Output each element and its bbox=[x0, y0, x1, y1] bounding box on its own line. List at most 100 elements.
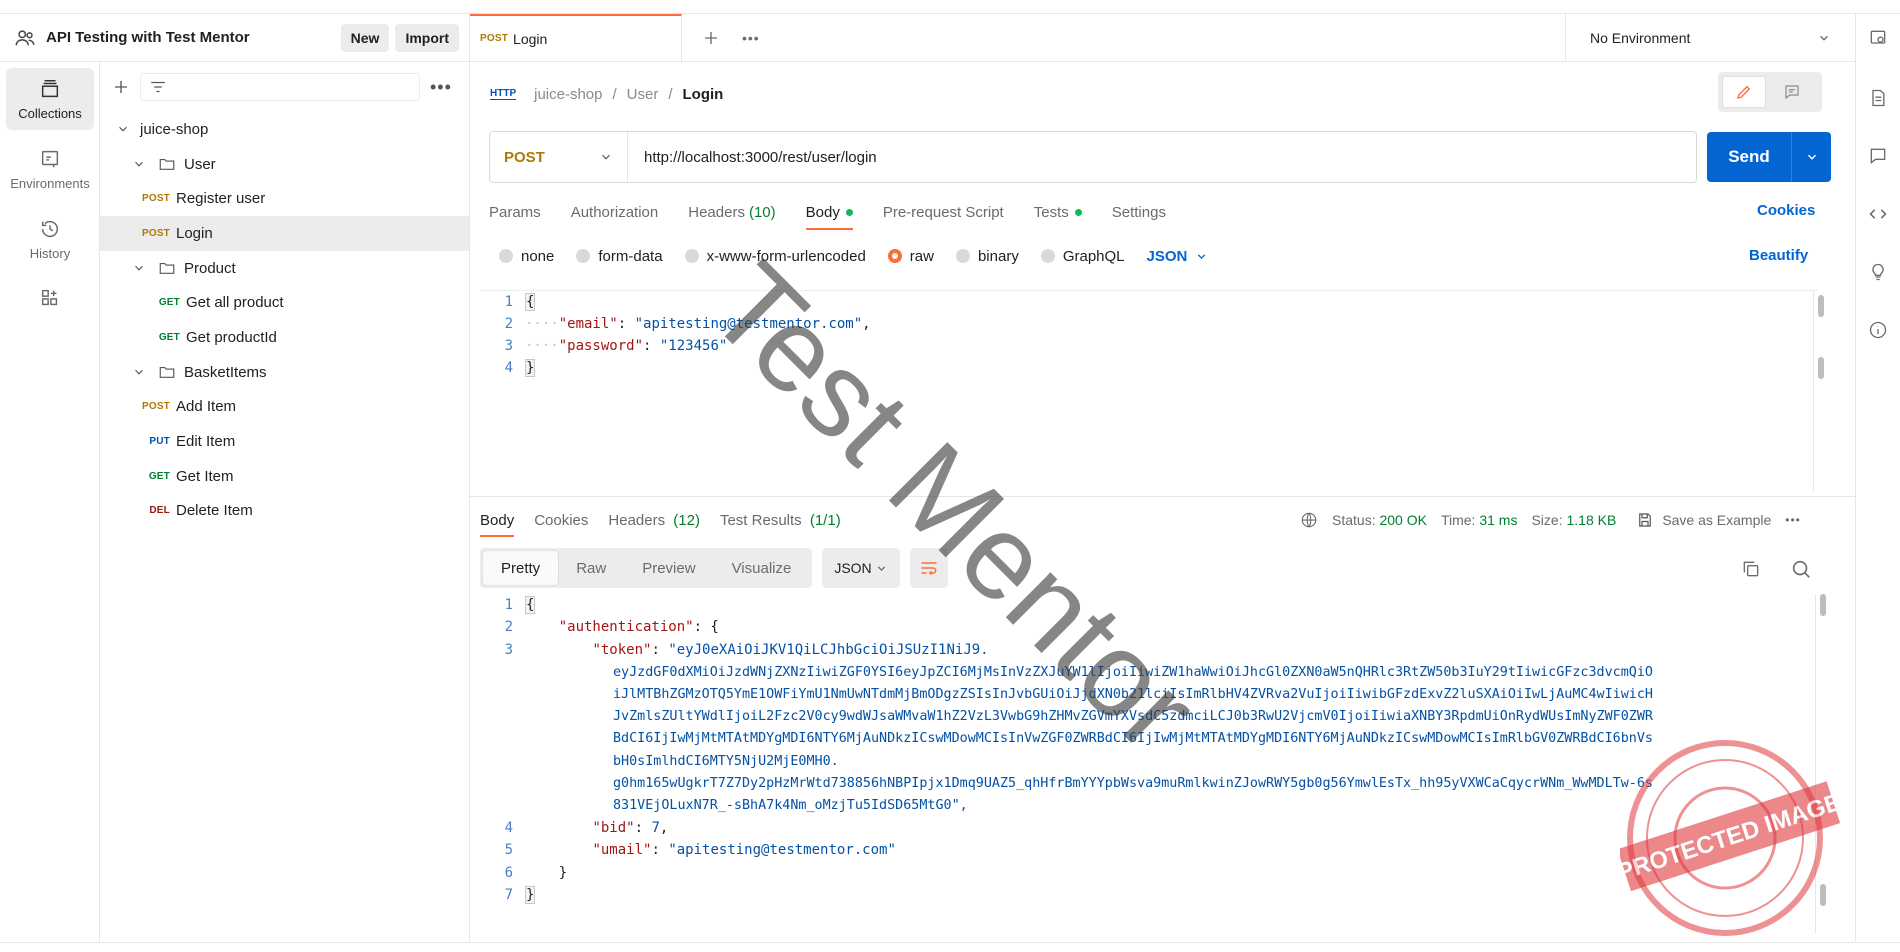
tree-root-juice-shop[interactable]: juice-shop bbox=[100, 112, 469, 147]
status-group[interactable]: Status: 200 OK bbox=[1332, 512, 1427, 528]
response-more-icon[interactable]: ••• bbox=[1785, 513, 1801, 527]
chevron-down-icon bbox=[1198, 253, 1206, 259]
tab-body[interactable]: Body bbox=[805, 196, 854, 230]
view-pretty[interactable]: Pretty bbox=[483, 551, 559, 585]
json-value: "eyJ0eXAiOiJKV1QiLCJhbGciOiJSUzI1NiJ9. bbox=[668, 641, 989, 658]
tree-request-get-productid[interactable]: GET Get productId bbox=[100, 320, 469, 355]
editor-scrollbar-thumb[interactable] bbox=[1818, 357, 1824, 379]
tab-login[interactable]: POST Login bbox=[470, 14, 682, 61]
tree-request-get-all-product[interactable]: GET Get all product bbox=[100, 285, 469, 320]
tab-params[interactable]: Params bbox=[489, 196, 541, 228]
wrap-lines-button[interactable] bbox=[910, 548, 949, 588]
resp-tab-body[interactable]: Body bbox=[480, 512, 515, 537]
env-quicklook[interactable] bbox=[1856, 14, 1900, 62]
time-group[interactable]: Time: 31 ms bbox=[1441, 512, 1518, 528]
request-body-editor[interactable]: 1{ 2 ···· "email": "apitesting@testmentor.… bbox=[480, 290, 1824, 491]
import-button[interactable]: Import bbox=[395, 23, 459, 52]
cookies-link[interactable]: Cookies bbox=[1757, 202, 1815, 219]
rail-configure[interactable] bbox=[6, 278, 94, 318]
line-number: 4 bbox=[504, 360, 513, 376]
json-value: g0hm165wUgkrT7Z7Dy2pHzMrWtd738856hNBPIpj… bbox=[613, 776, 1653, 792]
body-type-raw[interactable]: raw bbox=[887, 248, 934, 265]
rr-documentation[interactable] bbox=[1856, 76, 1900, 120]
size-group[interactable]: Size: 1.18 KB bbox=[1531, 512, 1616, 528]
response-scrollbar-thumb[interactable] bbox=[1820, 594, 1826, 616]
rail-environments[interactable]: Environments bbox=[6, 138, 94, 200]
response-scrollbar-thumb[interactable] bbox=[1820, 884, 1826, 906]
status-label: Status: bbox=[1332, 512, 1376, 528]
request-tabs: Params Authorization Headers (10) Body Pr… bbox=[489, 196, 1829, 230]
rr-comments[interactable] bbox=[1856, 134, 1900, 178]
tree-request-register-user[interactable]: POST Register user bbox=[100, 181, 469, 216]
tree-folder-basketitems[interactable]: BasketItems bbox=[100, 355, 469, 390]
resp-tab-headers-label: Headers bbox=[608, 511, 666, 529]
raw-format-select[interactable]: JSON bbox=[1147, 248, 1209, 265]
resp-tab-cookies[interactable]: Cookies bbox=[534, 512, 588, 529]
environment-select[interactable]: No Environment bbox=[1565, 14, 1855, 62]
response-body-viewer[interactable]: 1{ 2 "authentication": { 3 "token": "eyJ… bbox=[480, 594, 1826, 934]
filter-input[interactable] bbox=[140, 73, 420, 101]
rail-history-label: History bbox=[29, 245, 71, 261]
tree-request-login[interactable]: POST Login bbox=[100, 216, 469, 251]
body-type-form-data[interactable]: form-data bbox=[576, 248, 663, 265]
body-type-none[interactable]: none bbox=[499, 248, 554, 265]
tab-tests[interactable]: Tests bbox=[1034, 196, 1082, 228]
breadcrumb-collection[interactable]: juice-shop bbox=[534, 86, 602, 103]
window-top-strip bbox=[0, 0, 1900, 14]
body-type-graphql[interactable]: GraphQL bbox=[1040, 248, 1125, 265]
tree-request-edit-item[interactable]: PUT Edit Item bbox=[100, 424, 469, 459]
tree-request-add-item[interactable]: POST Add Item bbox=[100, 390, 469, 425]
response-divider[interactable] bbox=[470, 496, 1855, 497]
beautify-link[interactable]: Beautify bbox=[1749, 247, 1808, 264]
tab-settings[interactable]: Settings bbox=[1112, 196, 1166, 228]
copy-icon[interactable] bbox=[1741, 559, 1761, 579]
comment-mode-button[interactable] bbox=[1770, 76, 1814, 108]
method-badge: DEL bbox=[149, 505, 170, 517]
sidebar-more-icon[interactable]: ••• bbox=[430, 77, 452, 98]
url-input[interactable]: http://localhost:3000/rest/user/login bbox=[628, 149, 1696, 166]
tab-authorization[interactable]: Authorization bbox=[571, 196, 659, 228]
new-button[interactable]: New bbox=[340, 23, 390, 52]
edit-mode-button[interactable] bbox=[1722, 76, 1766, 108]
save-example-button[interactable]: Save as Example bbox=[1636, 511, 1771, 529]
tab-more-icon[interactable]: ••• bbox=[742, 30, 760, 46]
view-visualize[interactable]: Visualize bbox=[714, 551, 810, 585]
globe-icon[interactable] bbox=[1300, 511, 1318, 529]
body-type-binary[interactable]: binary bbox=[955, 248, 1019, 265]
view-preview[interactable]: Preview bbox=[624, 551, 713, 585]
response-format-select[interactable]: JSON bbox=[822, 548, 901, 588]
resp-tab-tests[interactable]: Test Results (1/1) bbox=[720, 512, 841, 529]
rr-related[interactable] bbox=[1856, 250, 1900, 294]
editor-scrollbar[interactable] bbox=[1818, 295, 1824, 317]
body-type-urlencoded[interactable]: x-www-form-urlencoded bbox=[684, 248, 866, 265]
line-number: 2 bbox=[504, 619, 513, 636]
tree-request-get-item[interactable]: GET Get Item bbox=[100, 459, 469, 494]
new-tab-icon[interactable] bbox=[702, 29, 720, 47]
tree-folder-user[interactable]: User bbox=[100, 147, 469, 182]
send-button[interactable]: Send bbox=[1707, 132, 1831, 182]
tree-request-label: Register user bbox=[176, 190, 266, 208]
add-collection-icon[interactable] bbox=[112, 78, 130, 96]
line-number: 3 bbox=[504, 338, 513, 354]
body-type-label: none bbox=[521, 247, 555, 265]
rail-history[interactable]: History bbox=[6, 208, 94, 270]
method-badge: POST bbox=[141, 227, 170, 239]
editor-gutter-line bbox=[1813, 291, 1814, 491]
resp-tab-headers[interactable]: Headers (12) bbox=[608, 512, 700, 529]
tree-folder-product[interactable]: Product bbox=[100, 251, 469, 286]
radio-dot bbox=[499, 249, 513, 263]
left-rail: Collections Environments History bbox=[0, 62, 100, 952]
view-raw[interactable]: Raw bbox=[558, 551, 624, 585]
rr-code[interactable] bbox=[1856, 192, 1900, 236]
method-select[interactable]: POST bbox=[490, 132, 628, 182]
tree-request-delete-item[interactable]: DEL Delete Item bbox=[100, 494, 469, 529]
rr-info[interactable] bbox=[1856, 308, 1900, 352]
breadcrumb-folder[interactable]: User bbox=[627, 86, 659, 103]
tree-request-label: Get Item bbox=[176, 467, 234, 485]
tab-prerequest[interactable]: Pre-request Script bbox=[883, 196, 1004, 228]
tab-headers[interactable]: Headers (10) bbox=[688, 196, 775, 228]
send-options-button[interactable] bbox=[1792, 150, 1831, 164]
search-icon[interactable] bbox=[1790, 558, 1812, 580]
tree-folder-label: BasketItems bbox=[184, 363, 267, 381]
rail-collections[interactable]: Collections bbox=[6, 68, 94, 130]
